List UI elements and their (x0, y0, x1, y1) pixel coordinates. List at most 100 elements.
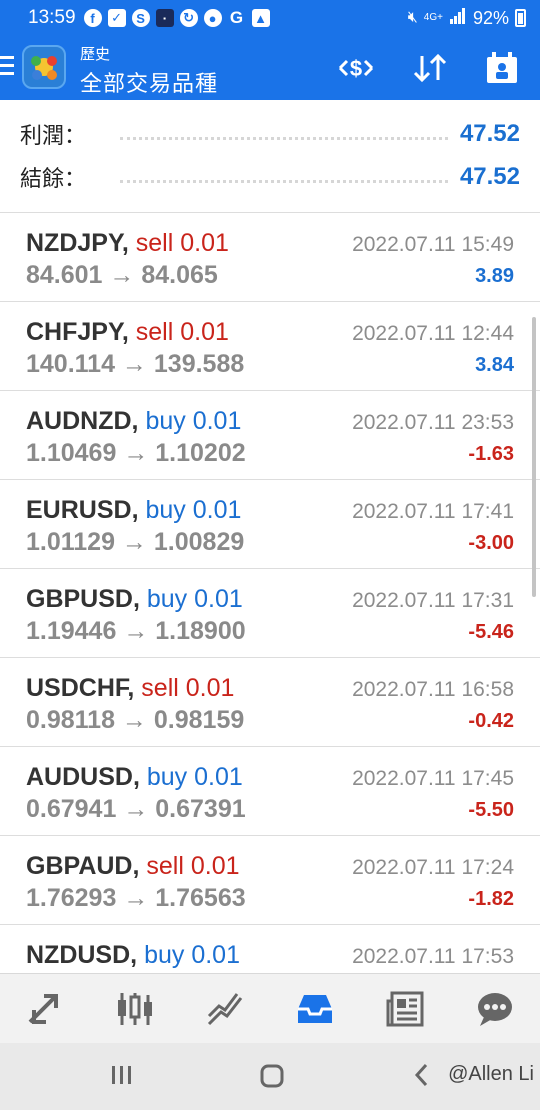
trade-profit: -1.82 (468, 888, 514, 910)
home-icon[interactable] (259, 1063, 285, 1094)
balance-row: 結餘： 47.52 (20, 157, 520, 197)
trade-side: sell 0.01 (141, 674, 235, 702)
app-logo (22, 45, 66, 89)
symbol-name: AUDNZD, (26, 407, 139, 435)
check-icon: ✓ (107, 9, 126, 27)
dotted-leader (120, 136, 448, 140)
shazam-icon: S (131, 9, 150, 27)
symbol-name: AUDUSD, (26, 763, 140, 791)
trade-side: buy 0.01 (146, 585, 243, 613)
trade-row[interactable]: NZDJPY, sell 0.01 84.601 → 84.065 2022.07.… (0, 213, 540, 302)
trade-prices: 140.114 → 139.588 (26, 350, 245, 378)
back-icon[interactable] (414, 1063, 428, 1092)
notification-icons: f ✓ S ▪ ↻ ● G ▲ (83, 8, 270, 27)
trade-row[interactable]: GBPAUD, sell 0.01 1.76293 → 1.76563 2022.0… (0, 836, 540, 925)
trade-row[interactable]: GBPUSD, buy 0.01 1.19446 → 1.18900 2022.07… (0, 569, 540, 658)
trade-time: 2022.07.11 17:31 (352, 589, 514, 612)
trade-symbol: AUDUSD, buy 0.01 (26, 763, 243, 792)
profit-label: 利潤： (20, 123, 87, 148)
quotes-icon[interactable] (15, 979, 75, 1039)
mute-icon: 🔇︎ (407, 9, 418, 26)
symbol-name: GBPAUD, (26, 852, 140, 880)
sort-icon[interactable] (410, 50, 450, 86)
trade-row[interactable]: USDCHF, sell 0.01 0.98118 → 0.98159 2022.0… (0, 658, 540, 747)
balance-value: 47.52 (459, 163, 520, 190)
history-icon[interactable] (285, 979, 345, 1039)
symbol-name: NZDJPY, (26, 229, 129, 257)
symbol-name: EURUSD, (26, 496, 139, 524)
summary-panel: 利潤： 47.52 結餘： 47.52 (0, 100, 540, 213)
trade-row[interactable]: CHFJPY, sell 0.01 140.114 → 139.588 2022.0… (0, 302, 540, 391)
news-icon[interactable] (375, 979, 435, 1039)
trade-time: 2022.07.11 15:49 (352, 233, 514, 256)
app-bar: 歷史 全部交易品種 $ (0, 36, 540, 100)
screen-title[interactable]: 全部交易品種 (80, 66, 218, 98)
trade-side: buy 0.01 (146, 763, 243, 791)
symbol-name: USDCHF, (26, 674, 135, 702)
trade-profit: -0.42 (468, 710, 514, 732)
image-icon: ▲ (251, 9, 270, 27)
svg-text:$: $ (350, 56, 362, 81)
balance-label: 結餘： (20, 166, 87, 191)
status-bar: 13:59 f ✓ S ▪ ↻ ● G ▲ 🔇︎ 4G+ 92% (0, 0, 540, 36)
trade-prices: 1.76293 → 1.76563 (26, 884, 246, 912)
trade-prices: 0.98118 → 0.98159 (26, 706, 245, 734)
battery-icon (515, 9, 526, 27)
trade-prices: 1.19446 → 1.18900 (26, 617, 246, 645)
trade-side: sell 0.01 (135, 318, 229, 346)
signal-icon (449, 7, 467, 29)
trade-row[interactable]: NZDUSD, buy 0.01 2022.07.11 17:53 (0, 925, 540, 973)
trade-profit: 3.84 (475, 354, 514, 376)
system-navigation-bar: @Allen Li (0, 1043, 540, 1110)
trade-symbol: EURUSD, buy 0.01 (26, 496, 241, 525)
google-icon: G (229, 8, 244, 27)
trade-time: 2022.07.11 17:45 (352, 767, 514, 790)
trade-time: 2022.07.11 23:53 (352, 411, 514, 434)
trade-profit: -5.50 (468, 799, 514, 821)
status-right: 🔇︎ 4G+ 92% (407, 7, 526, 29)
trade-time: 2022.07.11 12:44 (352, 322, 514, 345)
trade-symbol: GBPAUD, sell 0.01 (26, 852, 240, 881)
trade-side: buy 0.01 (145, 407, 242, 435)
trade-row[interactable]: AUDUSD, buy 0.01 0.67941 → 0.67391 2022.07… (0, 747, 540, 836)
trade-side: sell 0.01 (146, 852, 240, 880)
trade-prices: 84.601 → 84.065 (26, 261, 218, 289)
status-time: 13:59 (28, 7, 76, 28)
trade-profit: -1.63 (468, 443, 514, 465)
profit-value: 47.52 (459, 120, 520, 147)
network-type: 4G+ (423, 12, 443, 23)
trade-symbol: NZDUSD, buy 0.01 (26, 941, 240, 970)
symbol-name: GBPUSD, (26, 585, 140, 613)
trade-time: 2022.07.11 17:24 (352, 856, 514, 879)
watermark: @Allen Li (448, 1063, 534, 1085)
trade-symbol: GBPUSD, buy 0.01 (26, 585, 243, 614)
chart-icon[interactable] (105, 979, 165, 1039)
deposit-withdraw-icon[interactable]: $ (336, 50, 376, 86)
trade-side: buy 0.01 (145, 496, 242, 524)
dotted-leader (120, 179, 448, 183)
battery-percent: 92% (472, 7, 509, 28)
trade-symbol: USDCHF, sell 0.01 (26, 674, 234, 703)
trade-prices: 1.01129 → 1.00829 (26, 528, 245, 556)
trade-time: 2022.07.11 16:58 (352, 678, 514, 701)
trade-profit: -5.46 (468, 621, 514, 643)
menu-icon[interactable] (0, 56, 14, 78)
trade-side: sell 0.01 (135, 229, 229, 257)
trade-symbol: CHFJPY, sell 0.01 (26, 318, 229, 347)
chat-icon[interactable] (465, 979, 525, 1039)
trade-prices: 1.10469 → 1.10202 (26, 439, 246, 467)
calendar-icon[interactable] (482, 50, 522, 86)
trade-row[interactable]: AUDNZD, buy 0.01 1.10469 → 1.10202 2022.07… (0, 391, 540, 480)
facebook-icon: f (83, 9, 102, 27)
symbol-name: CHFJPY, (26, 318, 129, 346)
trade-row[interactable]: EURUSD, buy 0.01 1.01129 → 1.00829 2022.07… (0, 480, 540, 569)
profit-row: 利潤： 47.52 (20, 114, 520, 154)
trade-symbol: AUDNZD, buy 0.01 (26, 407, 241, 436)
trade-side: buy 0.01 (144, 941, 240, 969)
scrollbar[interactable] (532, 317, 536, 597)
trade-profit: -3.00 (468, 532, 514, 554)
recent-apps-icon[interactable] (110, 1063, 134, 1092)
trade-history-list[interactable]: NZDJPY, sell 0.01 84.601 → 84.065 2022.07.… (0, 213, 540, 973)
bottom-navigation (0, 973, 540, 1043)
trade-icon[interactable] (195, 979, 255, 1039)
